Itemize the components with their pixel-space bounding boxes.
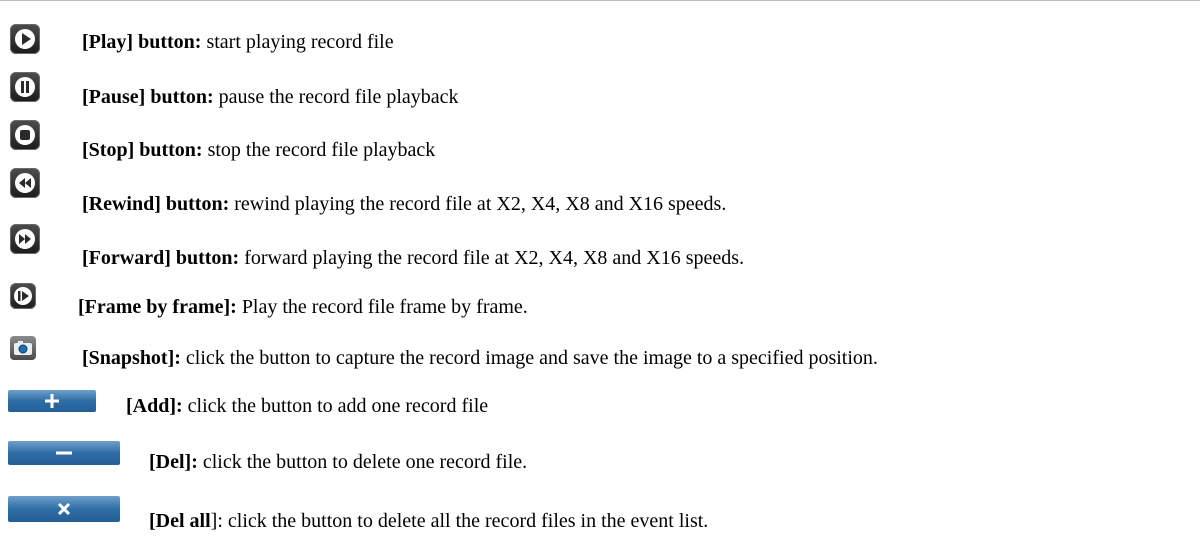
stop-icon[interactable] [10,120,40,150]
play-text: [Play] button: start playing record file [82,31,394,53]
forward-text: [Forward] button: forward playing the re… [82,247,745,269]
del-all-text: [Del all]: click the button to delete al… [149,510,709,532]
pause-text: [Pause] button: pause the record file pl… [82,86,459,108]
x-icon[interactable] [8,496,120,522]
forward-icon[interactable] [10,224,40,254]
snapshot-text: [Snapshot]: click the button to capture … [82,347,878,369]
pause-icon[interactable] [10,72,40,102]
frame-step-icon[interactable] [10,283,36,309]
del-text: [Del]: click the button to delete one re… [149,451,528,473]
top-rule [0,0,1200,1]
rewind-text: [Rewind] button: rewind playing the reco… [82,193,727,215]
camera-icon[interactable] [10,336,36,360]
plus-icon[interactable] [8,390,96,412]
stop-text: [Stop] button: stop the record file play… [82,139,436,161]
frame-text: [Frame by frame]: Play the record file f… [78,296,528,318]
minus-icon[interactable] [8,441,120,465]
add-text: [Add]: click the button to add one recor… [126,395,489,417]
play-icon[interactable] [10,24,40,54]
rewind-icon[interactable] [10,168,40,198]
